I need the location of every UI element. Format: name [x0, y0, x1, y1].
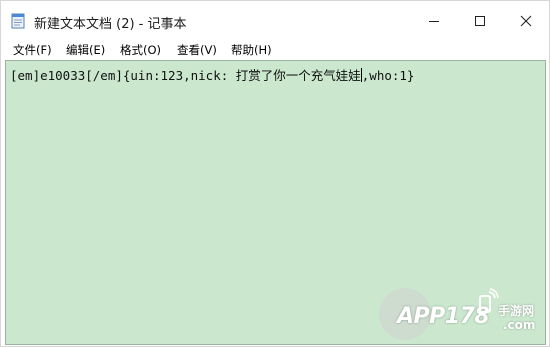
menu-edit[interactable]: 编辑(E)	[66, 42, 105, 58]
maximize-button[interactable]	[457, 5, 503, 37]
menu-bar: 文件(F) 编辑(E) 格式(O) 查看(V) 帮助(H)	[1, 41, 549, 60]
title-bar[interactable]: 新建文本文档 (2) - 记事本	[1, 1, 549, 41]
menu-help[interactable]: 帮助(H)	[231, 42, 272, 58]
close-button[interactable]	[503, 5, 549, 37]
watermark-domain: .com	[503, 318, 536, 332]
menu-format[interactable]: 格式(O)	[120, 42, 161, 58]
watermark-cn-text: 手游网	[498, 304, 535, 318]
menu-file[interactable]: 文件(F)	[13, 42, 52, 58]
minimize-button[interactable]	[411, 5, 457, 37]
phone-signal-icon	[479, 288, 499, 313]
menu-view[interactable]: 查看(V)	[177, 42, 217, 58]
editor-text-after-caret: ,who:1}	[361, 68, 415, 83]
minimize-icon	[429, 21, 439, 22]
notepad-icon	[11, 13, 25, 29]
maximize-icon	[475, 16, 485, 26]
editor-content: [em]e10033[/em]{uin:123,nick: 打赏了你一个充气娃娃…	[10, 65, 414, 84]
editor-text-before-caret: [em]e10033[/em]{uin:123,nick: 打赏了你一个充气娃娃	[10, 68, 361, 83]
watermark-brand: APP178	[397, 304, 490, 329]
watermark-logo: APP178 手游网 .com	[379, 288, 549, 344]
notepad-window: 新建文本文档 (2) - 记事本 文件(F) 编辑(E) 格式(O) 查看(V)…	[0, 0, 550, 347]
close-icon	[520, 15, 532, 27]
window-title: 新建文本文档 (2) - 记事本	[34, 17, 187, 32]
